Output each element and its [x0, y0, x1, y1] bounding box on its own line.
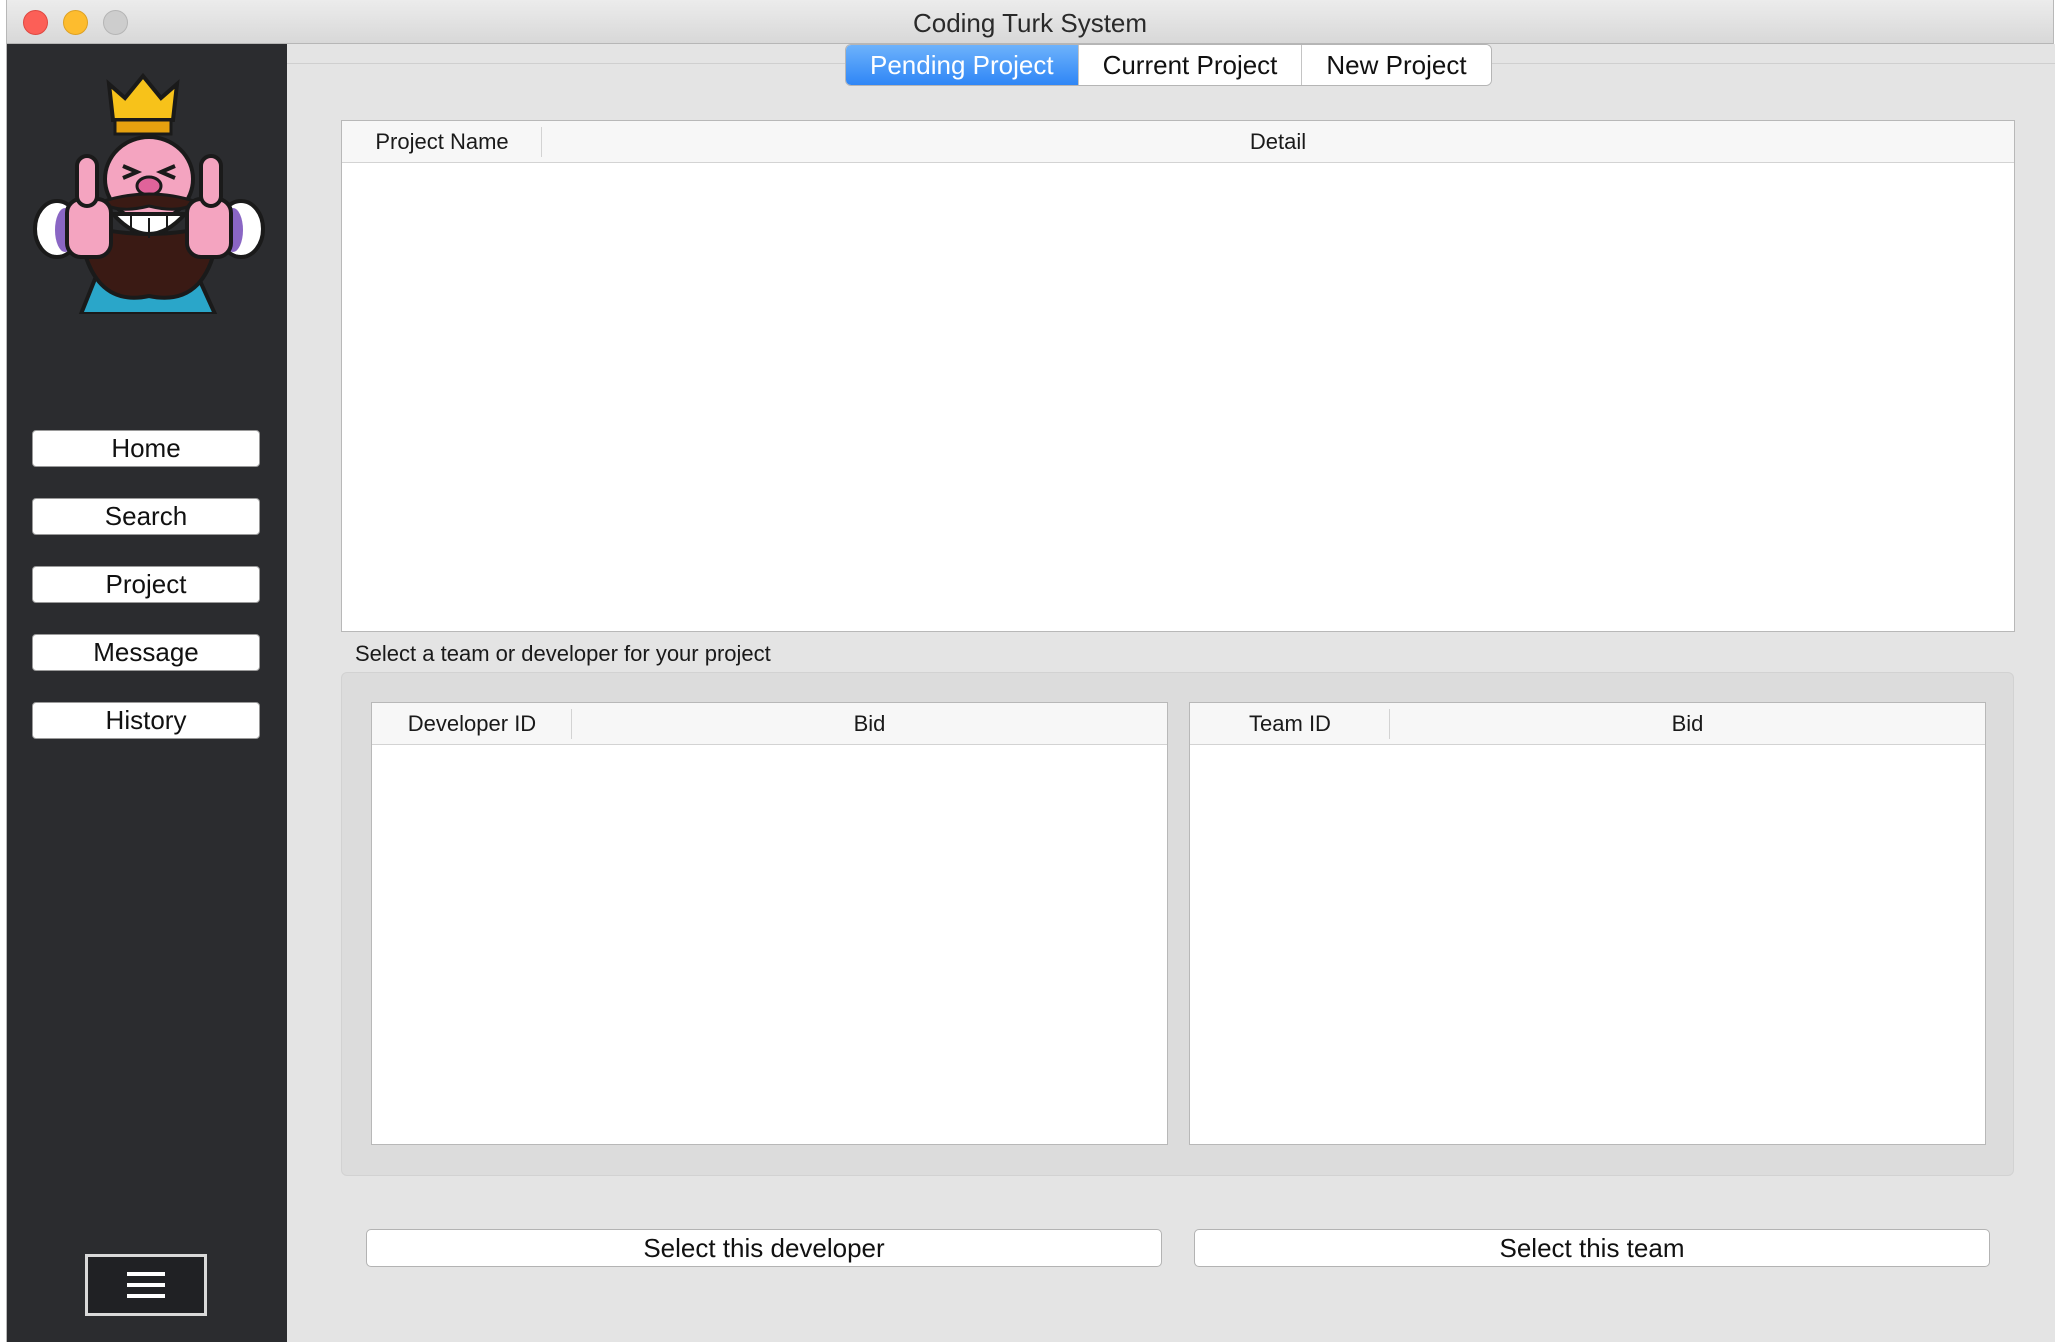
tab-pending-project[interactable]: Pending Project [846, 45, 1079, 85]
projects-table-header: Project Name Detail [342, 121, 2014, 163]
app-window: Coding Turk System Home Search Project M… [6, 0, 2055, 1342]
select-team-button[interactable]: Select this team [1194, 1229, 1990, 1267]
column-header-developer-bid[interactable]: Bid [572, 703, 1167, 745]
column-header-team-id[interactable]: Team ID [1190, 703, 1390, 745]
column-header-team-bid[interactable]: Bid [1390, 703, 1985, 745]
column-header-detail[interactable]: Detail [542, 121, 2014, 163]
king-logo-icon [31, 64, 267, 316]
sidebar-home-button[interactable]: Home [32, 430, 260, 467]
selection-group: Developer ID Bid Team ID Bid [341, 672, 2014, 1176]
select-developer-button[interactable]: Select this developer [366, 1229, 1162, 1267]
selection-label: Select a team or developer for your proj… [355, 641, 771, 666]
developers-table-header: Developer ID Bid [372, 703, 1167, 745]
main-content: Pending Project Current Project New Proj… [287, 44, 2055, 1342]
sidebar-message-button[interactable]: Message [32, 634, 260, 671]
column-header-project-name[interactable]: Project Name [342, 121, 542, 163]
tab-current-project[interactable]: Current Project [1078, 45, 1303, 85]
developers-table[interactable]: Developer ID Bid [371, 702, 1168, 1145]
sidebar-search-button[interactable]: Search [32, 498, 260, 535]
window-title: Coding Turk System [912, 8, 1148, 38]
column-header-developer-id[interactable]: Developer ID [372, 703, 572, 745]
teams-table[interactable]: Team ID Bid [1189, 702, 1986, 1145]
project-tabs: Pending Project Current Project New Proj… [845, 44, 1492, 86]
sidebar-history-button[interactable]: History [32, 702, 260, 739]
hamburger-menu-icon[interactable] [85, 1254, 207, 1316]
teams-table-header: Team ID Bid [1190, 703, 1985, 745]
sidebar: Home Search Project Message History [7, 44, 287, 1342]
projects-table[interactable]: Project Name Detail [341, 120, 2015, 632]
sidebar-project-button[interactable]: Project [32, 566, 260, 603]
tab-new-project[interactable]: New Project [1302, 45, 1491, 85]
title-bar: Coding Turk System [7, 0, 2053, 44]
